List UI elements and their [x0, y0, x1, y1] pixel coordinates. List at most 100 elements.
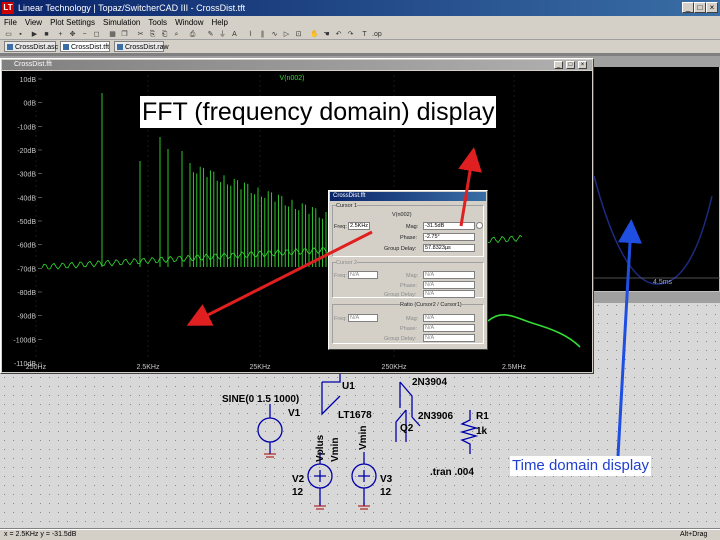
cursor2-gd-label: Group Delay:	[384, 292, 417, 298]
cursor2-mag-label: Mag:	[406, 273, 419, 279]
ratio-gd-field[interactable]: N/A	[423, 334, 475, 342]
fft-trace	[41, 93, 581, 348]
ratio-gd-label: Group Delay:	[384, 336, 417, 342]
fft-maximize-button[interactable]: □	[566, 61, 575, 69]
fft-x-tick-label: 25KHz	[249, 364, 271, 371]
q2-label[interactable]: Q2	[400, 423, 413, 434]
close-button[interactable]: ×	[706, 2, 718, 13]
resistor-icon[interactable]: ⌇	[246, 30, 255, 39]
u1-label[interactable]: U1	[342, 381, 355, 392]
cursor2-mag-field[interactable]: N/A	[423, 271, 475, 279]
u1-part-label[interactable]: LT1678	[338, 410, 372, 421]
print-icon[interactable]: ⎙	[188, 30, 197, 39]
document-tabs: CrossDist.asc CrossDist.tft CrossDist.ra…	[0, 40, 720, 52]
r1-symbol	[459, 410, 479, 454]
status-cursor-readout: x = 2.5KHz y = -31.5dB	[4, 531, 77, 538]
ratio-freq-field[interactable]: N/A	[348, 314, 378, 322]
fft-high-freq-hump	[487, 313, 581, 348]
tile-icon[interactable]: ▦	[108, 30, 117, 39]
tran-directive[interactable]: .tran .004	[430, 467, 474, 478]
cut-icon[interactable]: ✂	[136, 30, 145, 39]
menu-help[interactable]: Help	[208, 16, 232, 29]
cursor-dialog-titlebar[interactable]: CrossDist.fft	[330, 192, 486, 201]
inductor-icon[interactable]: ∿	[270, 30, 279, 39]
tab-crossdist-asc[interactable]: CrossDist.asc	[4, 41, 58, 52]
paste-icon[interactable]: ⎗	[160, 30, 169, 39]
open-icon[interactable]: ▭	[4, 30, 13, 39]
cursor2-gd-field[interactable]: N/A	[423, 290, 475, 298]
minimize-button[interactable]: _	[682, 2, 694, 13]
menu-tools[interactable]: Tools	[144, 16, 171, 29]
zoom-in-icon[interactable]: +	[56, 30, 65, 39]
menu-window[interactable]: Window	[171, 16, 207, 29]
time-axis-tick: 4.5ms	[653, 279, 673, 286]
fft-y-tick-label: 0dB	[24, 101, 37, 108]
pan-icon[interactable]: ✥	[68, 30, 77, 39]
cursor1-gd-field[interactable]: 57.8323µs	[423, 244, 475, 252]
tab-crossdist-raw[interactable]: CrossDist.raw	[114, 41, 169, 52]
cursor2-freq-field[interactable]: N/A	[348, 271, 378, 279]
cursor2-phase-field[interactable]: N/A	[423, 281, 475, 289]
fft-x-axis: 250Hz 2.5KHz 25KHz 250KHz 2.5MHz	[26, 364, 527, 371]
fft-window-title: CrossDist.fft	[14, 61, 52, 68]
vmin-net-label-2[interactable]: Vmin	[358, 426, 369, 450]
drag-icon[interactable]: ☚	[322, 30, 331, 39]
v3-plus	[358, 470, 370, 482]
diode-icon[interactable]: ▷	[282, 30, 291, 39]
fft-minimize-button[interactable]: _	[554, 61, 563, 69]
menu-plot-settings[interactable]: Plot Settings	[46, 16, 99, 29]
window-title: Linear Technology | Topaz/SwitcherCAD II…	[18, 3, 246, 13]
r1-label[interactable]: R1	[476, 411, 489, 422]
app-logo-icon: LT	[2, 2, 14, 14]
sine-source-label[interactable]: SINE(0 1.5 1000)	[222, 394, 299, 405]
q1-part-label[interactable]: 2N3904	[412, 377, 447, 388]
undo-icon[interactable]: ↶	[334, 30, 343, 39]
r1-value[interactable]: 1k	[476, 426, 487, 437]
cursor1-freq-field[interactable]: 2.5KHz	[348, 222, 370, 230]
ratio-mag-field[interactable]: N/A	[423, 314, 475, 322]
ground-icon[interactable]: ⏚	[218, 30, 227, 39]
component-icon[interactable]: ⊡	[294, 30, 303, 39]
fft-close-button[interactable]: ×	[578, 61, 587, 69]
vmin-net-label-1[interactable]: Vmin	[330, 438, 341, 462]
cursor1-phase-field[interactable]: -2.75°	[423, 233, 475, 241]
v3-value[interactable]: 12	[380, 487, 391, 498]
v2-label[interactable]: V2	[292, 474, 304, 485]
run-icon[interactable]: ▶	[30, 30, 39, 39]
tab-crossdist-tft[interactable]: CrossDist.tft	[60, 41, 110, 52]
menu-file[interactable]: File	[0, 16, 21, 29]
spice-directive-icon[interactable]: .op	[372, 30, 382, 39]
ratio-phase-field[interactable]: N/A	[423, 324, 475, 332]
copy-icon[interactable]: ⎘	[148, 30, 157, 39]
label-icon[interactable]: A	[230, 30, 239, 39]
vplus-net-label[interactable]: Vplus	[315, 435, 326, 462]
text-icon[interactable]: T	[360, 30, 369, 39]
fft-window-titlebar[interactable]: CrossDist.fft	[2, 60, 592, 70]
halt-icon[interactable]: ■	[42, 30, 51, 39]
fft-trace-label[interactable]: V(n002)	[280, 75, 305, 82]
menu-view[interactable]: View	[21, 16, 46, 29]
v2-value[interactable]: 12	[292, 487, 303, 498]
wire-icon[interactable]: ✎	[206, 30, 215, 39]
redo-icon[interactable]: ↷	[346, 30, 355, 39]
maximize-button[interactable]: □	[694, 2, 706, 13]
cursor1-radio[interactable]	[476, 222, 483, 229]
move-icon[interactable]: ✋	[310, 30, 319, 39]
ratio-phase-label: Phase:	[400, 326, 418, 332]
zoom-out-icon[interactable]: −	[80, 30, 89, 39]
cursor1-mag-label: Mag:	[406, 224, 419, 230]
v1-label[interactable]: V1	[288, 408, 300, 419]
v1-symbol	[257, 417, 283, 443]
v3-label[interactable]: V3	[380, 474, 392, 485]
schematic-icon	[7, 44, 13, 50]
find-icon[interactable]: ⌕	[172, 30, 181, 39]
capacitor-icon[interactable]: ∥	[258, 30, 267, 39]
cascade-icon[interactable]: ❐	[120, 30, 129, 39]
cursor2-group-label: Cursor 2	[336, 260, 358, 266]
save-icon[interactable]: ▪	[16, 30, 25, 39]
zoom-fit-icon[interactable]: ◻	[92, 30, 101, 39]
cursor2-freq-label: Freq:	[334, 273, 347, 279]
q2-part-label[interactable]: 2N3906	[418, 411, 453, 422]
cursor1-mag-field[interactable]: -31.5dB	[423, 222, 475, 230]
menu-simulation[interactable]: Simulation	[99, 16, 144, 29]
